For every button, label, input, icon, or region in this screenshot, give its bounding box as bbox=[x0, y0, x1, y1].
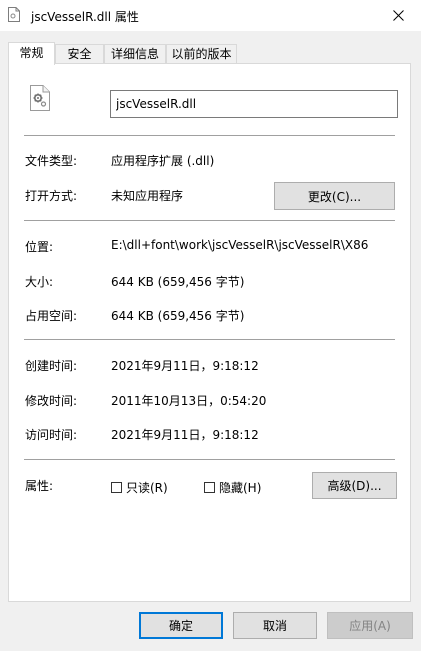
general-panel: 文件类型: 应用程序扩展 (.dll) 打开方式: 未知应用程序 更改(C)..… bbox=[8, 63, 411, 602]
change-button[interactable]: 更改(C)... bbox=[274, 182, 395, 210]
tab-details[interactable]: 详细信息 bbox=[104, 44, 166, 64]
open-with-label: 打开方式: bbox=[25, 189, 78, 203]
hidden-checkbox-label: 隐藏(H) bbox=[219, 481, 262, 495]
tab-security[interactable]: 安全 bbox=[55, 44, 104, 64]
hidden-checkbox[interactable]: 隐藏(H) bbox=[204, 479, 261, 496]
location-value: E:\dll+font\work\jscVesselR\jscVesselR\X… bbox=[111, 238, 369, 252]
tab-general[interactable]: 常规 bbox=[8, 42, 55, 65]
apply-button[interactable]: 应用(A) bbox=[327, 612, 413, 639]
readonly-checkbox[interactable]: 只读(R) bbox=[111, 479, 168, 496]
created-value: 2021年9月11日，9:18:12 bbox=[111, 359, 259, 373]
readonly-checkbox-label: 只读(R) bbox=[126, 481, 168, 495]
accessed-label: 访问时间: bbox=[25, 428, 78, 442]
size-on-disk-label: 占用空间: bbox=[25, 309, 78, 323]
title-bar: jscVesselR.dll 属性 bbox=[0, 0, 421, 31]
modified-label: 修改时间: bbox=[25, 394, 78, 408]
separator bbox=[24, 220, 395, 221]
ok-button[interactable]: 确定 bbox=[139, 612, 223, 639]
file-type-value: 应用程序扩展 (.dll) bbox=[111, 154, 215, 168]
attributes-label: 属性: bbox=[25, 479, 54, 493]
separator bbox=[24, 459, 395, 460]
open-with-value: 未知应用程序 bbox=[111, 189, 184, 203]
size-on-disk-value: 644 KB (659,456 字节) bbox=[111, 309, 245, 323]
dll-file-icon bbox=[8, 7, 20, 22]
tab-previous-versions[interactable]: 以前的版本 bbox=[166, 44, 237, 64]
file-name-input[interactable] bbox=[110, 90, 398, 118]
accessed-value: 2021年9月11日，9:18:12 bbox=[111, 428, 259, 442]
file-type-label: 文件类型: bbox=[25, 154, 78, 168]
window-title: jscVesselR.dll 属性 bbox=[31, 10, 139, 24]
cancel-button[interactable]: 取消 bbox=[233, 612, 317, 639]
readonly-checkbox-box[interactable] bbox=[111, 482, 122, 493]
hidden-checkbox-box[interactable] bbox=[204, 482, 215, 493]
size-value: 644 KB (659,456 字节) bbox=[111, 275, 245, 289]
modified-value: 2011年10月13日，0:54:20 bbox=[111, 394, 267, 408]
dll-file-gear-icon bbox=[30, 85, 50, 111]
size-label: 大小: bbox=[25, 275, 54, 289]
advanced-button[interactable]: 高级(D)... bbox=[312, 472, 397, 499]
separator bbox=[24, 135, 395, 136]
close-button[interactable] bbox=[375, 0, 421, 31]
created-label: 创建时间: bbox=[25, 359, 78, 373]
location-label: 位置: bbox=[25, 240, 54, 254]
close-icon bbox=[392, 10, 404, 21]
separator bbox=[24, 339, 395, 340]
